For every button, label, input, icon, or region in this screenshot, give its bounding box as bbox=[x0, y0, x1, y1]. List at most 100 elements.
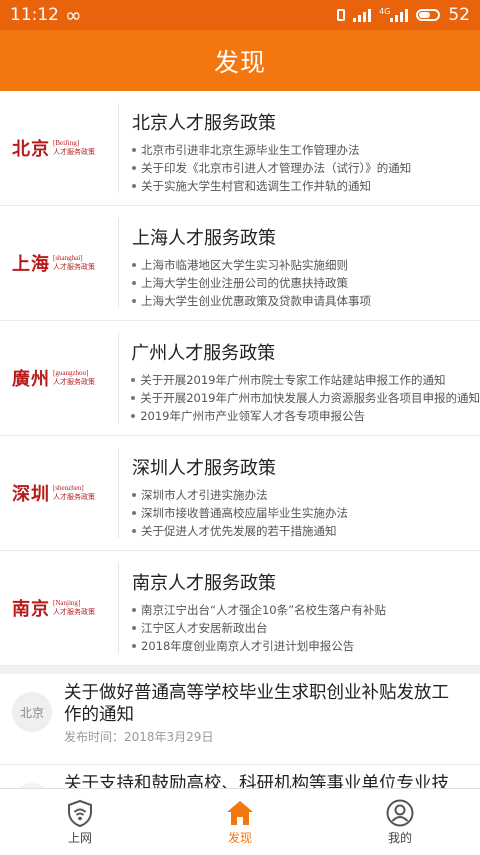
policy-item-text: 南京江宁出台“人才强企10条”名校生落户有补贴 bbox=[141, 603, 387, 617]
policy-card[interactable]: 深圳 [shenzhen] 人才服务政策 深圳人才服务政策 深圳市人才引进实施办… bbox=[0, 436, 480, 551]
bullet-icon bbox=[132, 263, 136, 267]
bullet-icon bbox=[132, 626, 136, 630]
city-logo: 上海 [shanghai] 人才服务政策 bbox=[0, 206, 118, 320]
page-title: 发现 bbox=[213, 47, 266, 77]
tab-label: 发现 bbox=[227, 830, 252, 845]
policy-item-text: 上海市临港地区大学生实习补贴实施细则 bbox=[141, 258, 348, 272]
policy-card[interactable]: 南京 [Nanjing] 人才服务政策 南京人才服务政策 南京江宁出台“人才强企… bbox=[0, 551, 480, 666]
policy-info: 深圳人才服务政策 深圳市人才引进实施办法深圳市接收普通高校应届毕业生实施办法 关于… bbox=[118, 436, 348, 550]
section-divider bbox=[0, 666, 480, 674]
network-type: 4G bbox=[379, 7, 391, 16]
news-item[interactable]: 北京 关于做好普通高等学校毕业生求职创业补贴发放工作的通知 发布时间：2018年… bbox=[0, 674, 480, 765]
bullet-icon bbox=[132, 493, 136, 497]
tab-mine[interactable]: 我的 bbox=[320, 789, 480, 855]
page-header: 发现 bbox=[0, 30, 480, 91]
bullet-icon bbox=[132, 281, 136, 285]
bullet-icon bbox=[132, 511, 136, 515]
policy-item[interactable]: 上海大学生创业注册公司的优惠扶持政策 bbox=[132, 274, 371, 292]
policy-item[interactable]: 深圳市人才引进实施办法 bbox=[132, 486, 348, 504]
policy-item[interactable]: 关于开展2019年广州市院士专家工作站建站申报工作的通知 bbox=[131, 371, 480, 389]
policy-item[interactable]: 北京市引进非北京生源毕业生工作管理办法 bbox=[132, 141, 411, 159]
policy-title[interactable]: 广州人才服务政策 bbox=[131, 339, 480, 365]
policy-info: 南京人才服务政策 南京江宁出台“人才强企10条”名校生落户有补贴 江宁区人才安居新… bbox=[118, 551, 386, 665]
vertical-divider bbox=[118, 448, 119, 538]
logo-city-name: 南京 bbox=[12, 599, 50, 620]
discover-content[interactable]: 北京 [BeiJing] 人才服务政策 北京人才服务政策 北京市引进非北京生源毕… bbox=[0, 91, 480, 788]
city-logo: 廣州 [guangzhou] 人才服务政策 bbox=[0, 321, 117, 435]
policy-item[interactable]: 2018年度创业南京人才引进计划申报公告 bbox=[132, 637, 386, 655]
vertical-divider bbox=[118, 103, 119, 193]
logo-city-name: 北京 bbox=[12, 139, 50, 160]
policy-card[interactable]: 廣州 [guangzhou] 人才服务政策 广州人才服务政策 关于开展2019年… bbox=[0, 321, 480, 436]
logo-pinyin: [Nanjing] bbox=[53, 599, 81, 607]
policy-item-text: 深圳市接收普通高校应届毕业生实施办法 bbox=[141, 506, 348, 520]
signal-4g-icon bbox=[390, 8, 409, 22]
policy-item[interactable]: 深圳市接收普通高校应届毕业生实施办法 bbox=[132, 504, 348, 522]
bullet-icon bbox=[132, 608, 136, 612]
policy-info: 上海人才服务政策 上海市临港地区大学生实习补贴实施细则 上海大学生创业注册公司的优… bbox=[118, 206, 371, 320]
news-title: 关于支持和鼓励高校、科研机构等事业单位专业技 bbox=[64, 774, 449, 788]
logo-subtitle: 人才服务政策 bbox=[53, 263, 95, 271]
news-item[interactable]: 关于支持和鼓励高校、科研机构等事业单位专业技 bbox=[0, 765, 480, 788]
policy-item[interactable]: 江宁区人才安居新政出台 bbox=[132, 619, 386, 637]
user-icon bbox=[386, 799, 414, 826]
policy-item[interactable]: 2019年广州市产业领军人才各专项申报公告 bbox=[131, 407, 480, 425]
policy-items: 南京江宁出台“人才强企10条”名校生落户有补贴 江宁区人才安居新政出台 2018年度… bbox=[132, 601, 386, 655]
news-date: 发布时间：2018年3月29日 bbox=[64, 730, 214, 744]
battery-level: 52 bbox=[448, 5, 470, 25]
policy-title[interactable]: 上海人才服务政策 bbox=[132, 224, 371, 250]
vertical-divider bbox=[118, 563, 119, 653]
vertical-divider bbox=[118, 218, 119, 308]
policy-item-text: 深圳市人才引进实施办法 bbox=[141, 488, 268, 502]
home-icon bbox=[227, 800, 253, 825]
policy-card[interactable]: 上海 [shanghai] 人才服务政策 上海人才服务政策 上海市临港地区大学生… bbox=[0, 206, 480, 321]
policy-item[interactable]: 上海大学生创业优惠政策及贷款申请具体事项 bbox=[132, 292, 371, 310]
tab-label: 我的 bbox=[387, 830, 412, 845]
policy-item-text: 江宁区人才安居新政出台 bbox=[141, 621, 268, 635]
logo-city-name: 廣州 bbox=[12, 369, 50, 390]
status-bar: 11:12 ∞ 4G 52 bbox=[0, 0, 480, 30]
policy-items: 北京市引进非北京生源毕业生工作管理办法 关于印发《北京市引进人才管理办法（试行）》… bbox=[132, 141, 411, 195]
logo-pinyin: [BeiJing] bbox=[53, 139, 80, 147]
logo-subtitle: 人才服务政策 bbox=[53, 378, 95, 386]
bullet-icon bbox=[132, 644, 136, 648]
tab-label: 上网 bbox=[67, 830, 92, 845]
bullet-icon bbox=[132, 299, 136, 303]
policy-item[interactable]: 南京江宁出台“人才强企10条”名校生落户有补贴 bbox=[132, 601, 386, 619]
vibrate-icon bbox=[337, 9, 346, 21]
policy-info: 北京人才服务政策 北京市引进非北京生源毕业生工作管理办法 关于印发《北京市引进人才… bbox=[118, 91, 411, 205]
policy-item[interactable]: 关于促进人才优先发展的若干措施通知 bbox=[132, 522, 348, 540]
policy-item[interactable]: 关于印发《北京市引进人才管理办法（试行）》的通知 bbox=[132, 159, 411, 177]
battery-icon bbox=[416, 9, 441, 21]
tab-internet[interactable]: 上网 bbox=[0, 789, 160, 855]
policy-item-text: 关于开展2019年广州市加快发展人力资源服务业各项目申报的通知 bbox=[140, 391, 480, 405]
bullet-icon bbox=[132, 184, 136, 188]
news-tag-avatar: 北京 bbox=[12, 692, 52, 732]
bullet-icon bbox=[132, 529, 136, 533]
city-logo: 南京 [Nanjing] 人才服务政策 bbox=[0, 551, 118, 665]
policy-item[interactable]: 上海市临港地区大学生实习补贴实施细则 bbox=[132, 256, 371, 274]
policy-item-text: 2019年广州市产业领军人才各专项申报公告 bbox=[140, 409, 365, 423]
bullet-icon bbox=[131, 396, 136, 400]
news-title: 关于做好普通高等学校毕业生求职创业补贴发放工作的通知 bbox=[64, 683, 449, 725]
policy-title[interactable]: 北京人才服务政策 bbox=[132, 109, 411, 135]
bullet-icon bbox=[132, 166, 136, 170]
policy-card[interactable]: 北京 [BeiJing] 人才服务政策 北京人才服务政策 北京市引进非北京生源毕… bbox=[0, 91, 480, 206]
policy-item-text: 关于实施大学生村官和选调生工作并轨的通知 bbox=[141, 179, 371, 193]
bullet-icon bbox=[132, 148, 136, 152]
policy-list: 北京 [BeiJing] 人才服务政策 北京人才服务政策 北京市引进非北京生源毕… bbox=[0, 91, 480, 666]
news-body: 关于做好普通高等学校毕业生求职创业补贴发放工作的通知 发布时间：2018年3月2… bbox=[64, 682, 462, 745]
logo-city-name: 上海 bbox=[12, 254, 50, 275]
policy-title[interactable]: 深圳人才服务政策 bbox=[132, 454, 348, 480]
bullet-icon bbox=[131, 414, 136, 418]
policy-item-text: 关于促进人才优先发展的若干措施通知 bbox=[141, 524, 337, 538]
logo-subtitle: 人才服务政策 bbox=[53, 493, 95, 501]
status-time: 11:12 bbox=[10, 5, 59, 25]
policy-item[interactable]: 关于实施大学生村官和选调生工作并轨的通知 bbox=[132, 177, 411, 195]
policy-item[interactable]: 关于开展2019年广州市加快发展人力资源服务业各项目申报的通知 bbox=[131, 389, 480, 407]
policy-title[interactable]: 南京人才服务政策 bbox=[132, 569, 386, 595]
tab-discover[interactable]: 发现 bbox=[160, 789, 320, 855]
signal-icon bbox=[353, 8, 372, 22]
policy-item-text: 上海大学生创业注册公司的优惠扶持政策 bbox=[141, 276, 348, 290]
policy-items: 深圳市人才引进实施办法深圳市接收普通高校应届毕业生实施办法 关于促进人才优先发展的… bbox=[132, 486, 348, 540]
